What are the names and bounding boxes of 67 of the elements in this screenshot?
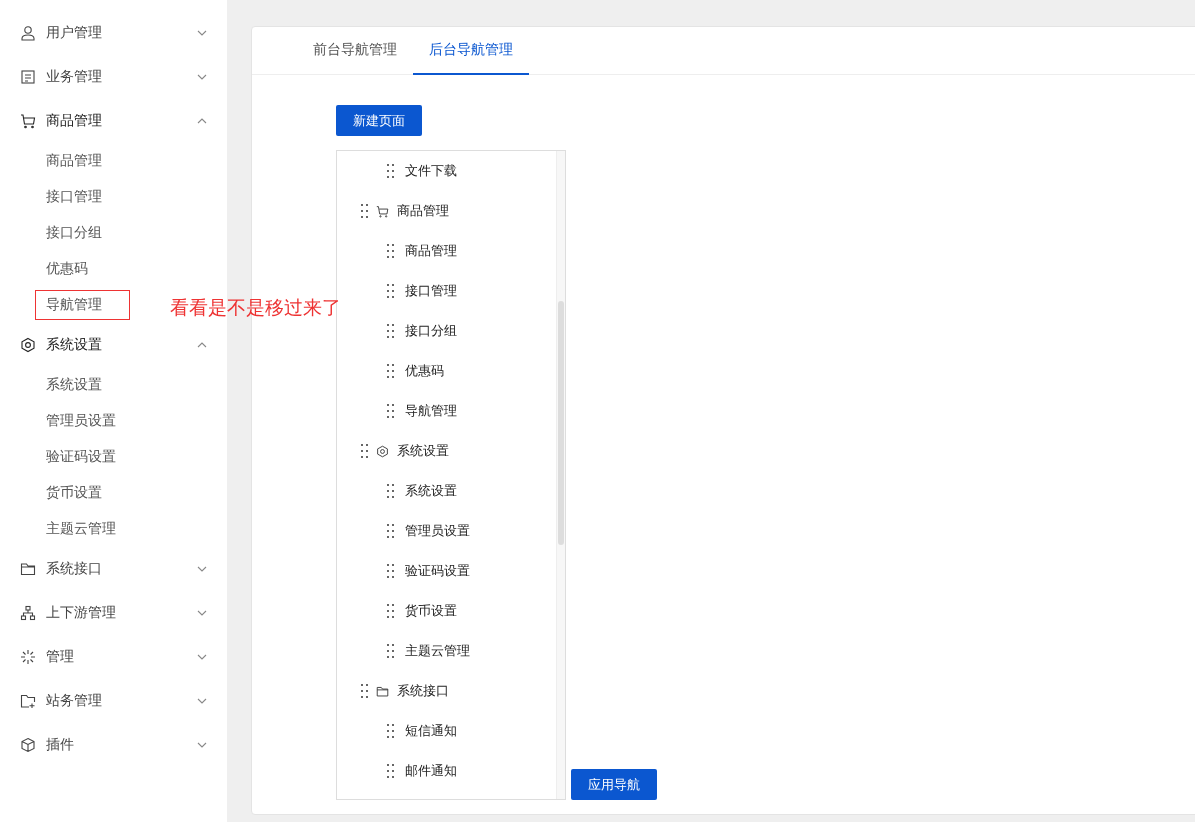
- sidebar-item[interactable]: 插件: [0, 723, 227, 767]
- sidebar-item[interactable]: 商品管理: [0, 99, 227, 143]
- drag-handle-icon: [387, 524, 394, 538]
- hexagon-icon: [376, 444, 389, 458]
- tab[interactable]: 后台导航管理: [413, 27, 529, 75]
- sidebar-subitem[interactable]: 主题云管理: [35, 514, 130, 544]
- apply-nav-button[interactable]: 应用导航: [571, 769, 657, 800]
- cube-icon: [20, 737, 36, 753]
- sidebar-item[interactable]: 用户管理: [0, 11, 227, 55]
- sidebar-subitem[interactable]: 导航管理: [35, 290, 130, 320]
- tree-group[interactable]: 系统设置: [337, 431, 556, 471]
- tree-group[interactable]: 商品管理: [337, 191, 556, 231]
- tree-item[interactable]: 文件下载: [337, 151, 556, 191]
- sidebar-item[interactable]: 业务管理: [0, 55, 227, 99]
- document-icon: [20, 69, 36, 85]
- tab[interactable]: 前台导航管理: [297, 27, 413, 75]
- sidebar-subitem[interactable]: 验证码设置: [35, 442, 130, 472]
- new-page-button[interactable]: 新建页面: [336, 105, 422, 136]
- folder-icon: [20, 561, 36, 577]
- hexagon-icon: [20, 337, 36, 353]
- drag-handle-icon: [387, 404, 394, 418]
- drag-handle-icon: [387, 724, 394, 738]
- drag-handle-icon: [387, 284, 394, 298]
- tree-item[interactable]: 验证码设置: [337, 551, 556, 591]
- drag-handle-icon: [387, 364, 394, 378]
- scrollbar[interactable]: [556, 151, 565, 799]
- drag-handle-icon: [387, 604, 394, 618]
- sidebar-item[interactable]: 站务管理: [0, 679, 227, 723]
- cart-icon: [376, 204, 389, 218]
- sidebar-subitem[interactable]: 货币设置: [35, 478, 130, 508]
- sidebar-subitem[interactable]: 商品管理: [35, 146, 130, 176]
- scrollbar-thumb[interactable]: [558, 301, 564, 545]
- burst-icon: [20, 649, 36, 665]
- tree-item[interactable]: 系统设置: [337, 471, 556, 511]
- sidebar-item[interactable]: 管理: [0, 635, 227, 679]
- cart-icon: [20, 113, 36, 129]
- tree-item[interactable]: 邮件通知: [337, 751, 556, 791]
- drag-handle-icon: [387, 644, 394, 658]
- hierarchy-icon: [20, 605, 36, 621]
- tree-item[interactable]: 优惠码: [337, 351, 556, 391]
- drag-handle-icon: [387, 324, 394, 338]
- drag-handle-icon: [387, 164, 394, 178]
- tree-item[interactable]: 导航管理: [337, 391, 556, 431]
- tree-item[interactable]: 管理员设置: [337, 511, 556, 551]
- sidebar-item[interactable]: 上下游管理: [0, 591, 227, 635]
- user-icon: [20, 25, 36, 41]
- tree-item[interactable]: 货币设置: [337, 591, 556, 631]
- tree-item[interactable]: 主题云管理: [337, 631, 556, 671]
- drag-handle-icon: [387, 764, 394, 778]
- drag-handle-icon: [387, 564, 394, 578]
- folder-plus-icon: [20, 693, 36, 709]
- folder-icon: [376, 684, 389, 698]
- tree-item[interactable]: 商品管理: [337, 231, 556, 271]
- drag-handle-icon: [361, 684, 368, 698]
- drag-handle-icon: [361, 204, 368, 218]
- tree-item[interactable]: 短信通知: [337, 711, 556, 751]
- drag-handle-icon: [387, 244, 394, 258]
- sidebar-subitem[interactable]: 管理员设置: [35, 406, 130, 436]
- sidebar-item[interactable]: 系统设置: [0, 323, 227, 367]
- sidebar-subitem[interactable]: 优惠码: [35, 254, 130, 284]
- sidebar-subitem[interactable]: 接口管理: [35, 182, 130, 212]
- sidebar-subitem[interactable]: 接口分组: [35, 218, 130, 248]
- sidebar-item[interactable]: 系统接口: [0, 547, 227, 591]
- drag-handle-icon: [361, 444, 368, 458]
- sidebar-subitem[interactable]: 系统设置: [35, 370, 130, 400]
- drag-handle-icon: [387, 484, 394, 498]
- tree-group[interactable]: 系统接口: [337, 671, 556, 711]
